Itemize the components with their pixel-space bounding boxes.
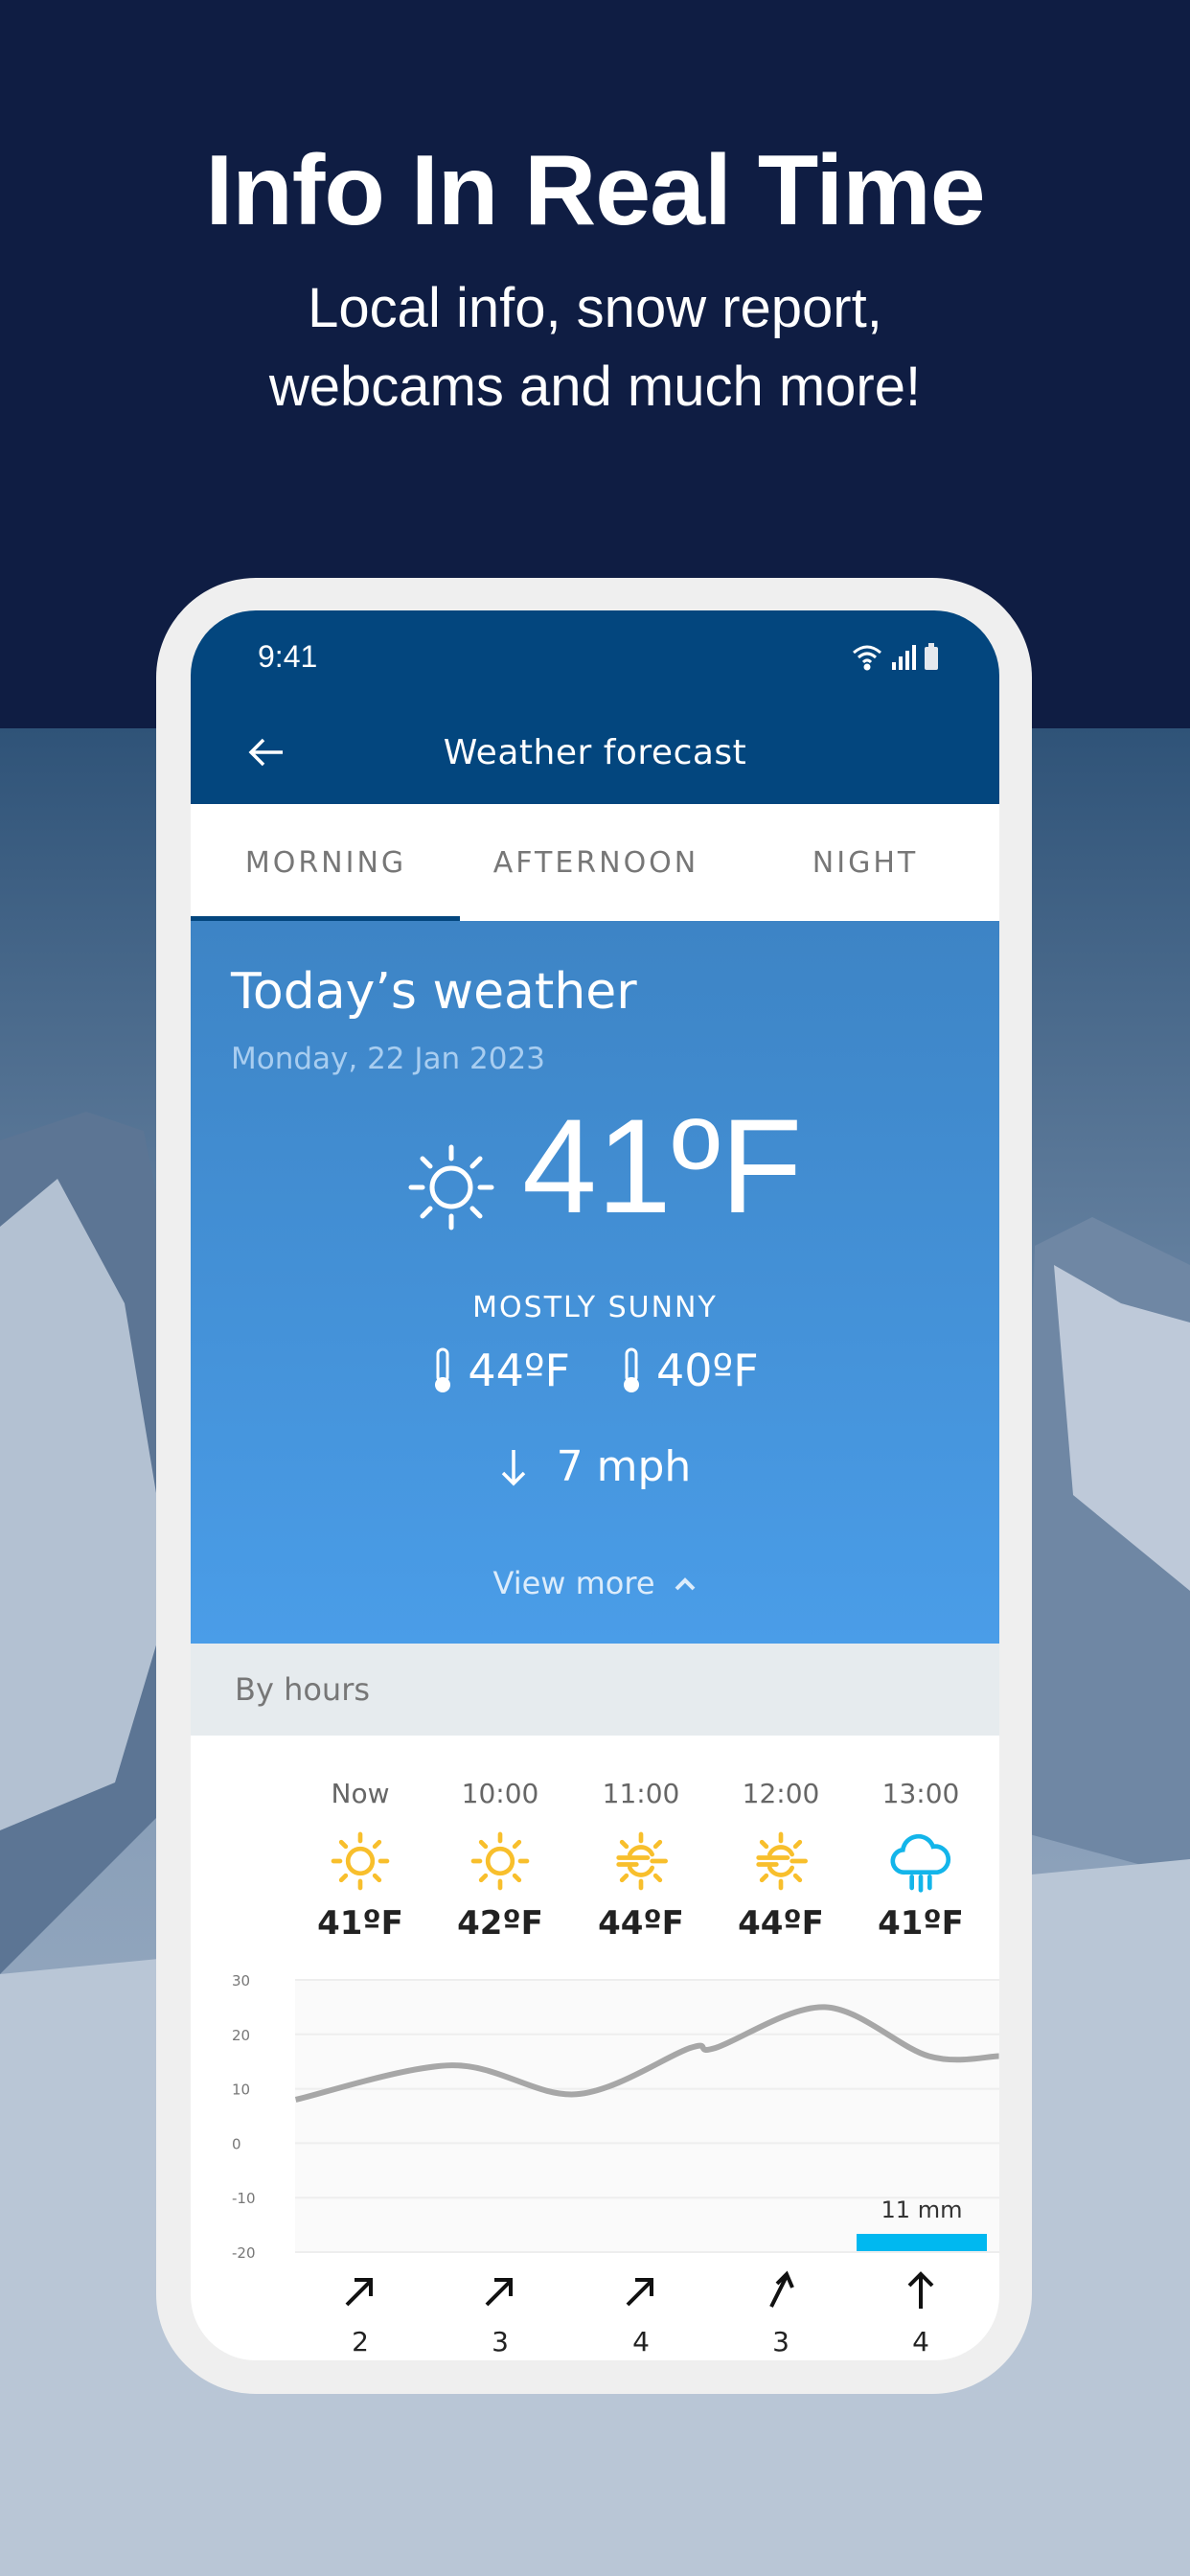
precipitation-bar <box>857 2234 987 2251</box>
y-tick-label: 20 <box>232 2027 250 2044</box>
promo-subtitle-line2: webcams and much more! <box>268 356 922 418</box>
y-tick-label: 10 <box>232 2082 250 2099</box>
y-tick-label: -20 <box>232 2244 256 2262</box>
phone-screen: 9:41 Weather forecast MORNING AFTERNOON … <box>191 610 999 2360</box>
hourly-temperature-chart: 30 20 10 0 -10 -20 11 mm <box>232 1972 999 2262</box>
y-tick-label: 30 <box>232 1972 250 1990</box>
y-tick-label: -10 <box>232 2190 256 2207</box>
promo-subtitle-line1: Local info, snow report, <box>308 277 882 339</box>
y-tick-label: 0 <box>232 2135 241 2152</box>
precipitation-label: 11 mm <box>881 2196 963 2223</box>
promo-headline: Info In Real Time <box>205 135 985 246</box>
